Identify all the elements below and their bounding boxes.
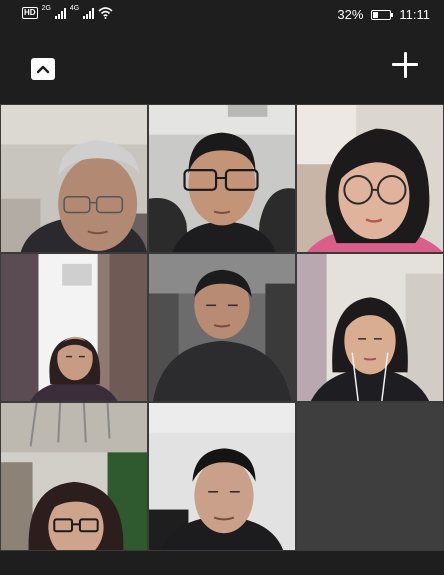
status-left: HD 2G 4G (22, 5, 113, 19)
participant-video (297, 254, 443, 401)
video-tile-7[interactable] (0, 402, 148, 551)
signal-icon (83, 7, 95, 19)
network-type-4g: 4G (69, 5, 80, 12)
participant-video (1, 105, 147, 252)
battery-percent: 32% (337, 7, 364, 22)
status-bar: HD 2G 4G 32% 11:11 (0, 0, 444, 30)
clock: 11:11 (399, 7, 430, 22)
toolbar (0, 30, 444, 104)
chevron-up-icon (36, 65, 50, 74)
participant-video (149, 254, 295, 401)
video-tile-5[interactable] (148, 253, 296, 402)
video-tile-2[interactable] (148, 104, 296, 253)
battery-icon (371, 9, 394, 20)
video-tile-1[interactable] (0, 104, 148, 253)
participant-video (1, 403, 147, 550)
battery-fill (373, 11, 379, 18)
add-participant-button[interactable] (392, 52, 418, 78)
participant-video (297, 105, 443, 252)
video-tile-6[interactable] (296, 253, 444, 402)
hd-icon: HD (22, 7, 38, 19)
participant-video (149, 105, 295, 252)
video-grid (0, 104, 444, 551)
video-tile-8[interactable] (148, 402, 296, 551)
video-tile-4[interactable] (0, 253, 148, 402)
signal-icon (54, 7, 66, 19)
network-type-2g: 2G (41, 5, 51, 12)
participant-video (1, 254, 147, 401)
video-tile-3[interactable] (296, 104, 444, 253)
participant-video (149, 403, 295, 550)
empty-video-slot (296, 402, 444, 551)
collapse-button[interactable] (31, 58, 55, 80)
wifi-icon (98, 7, 113, 19)
bottom-bar (0, 551, 444, 575)
status-right: 32% 11:11 (337, 7, 430, 22)
